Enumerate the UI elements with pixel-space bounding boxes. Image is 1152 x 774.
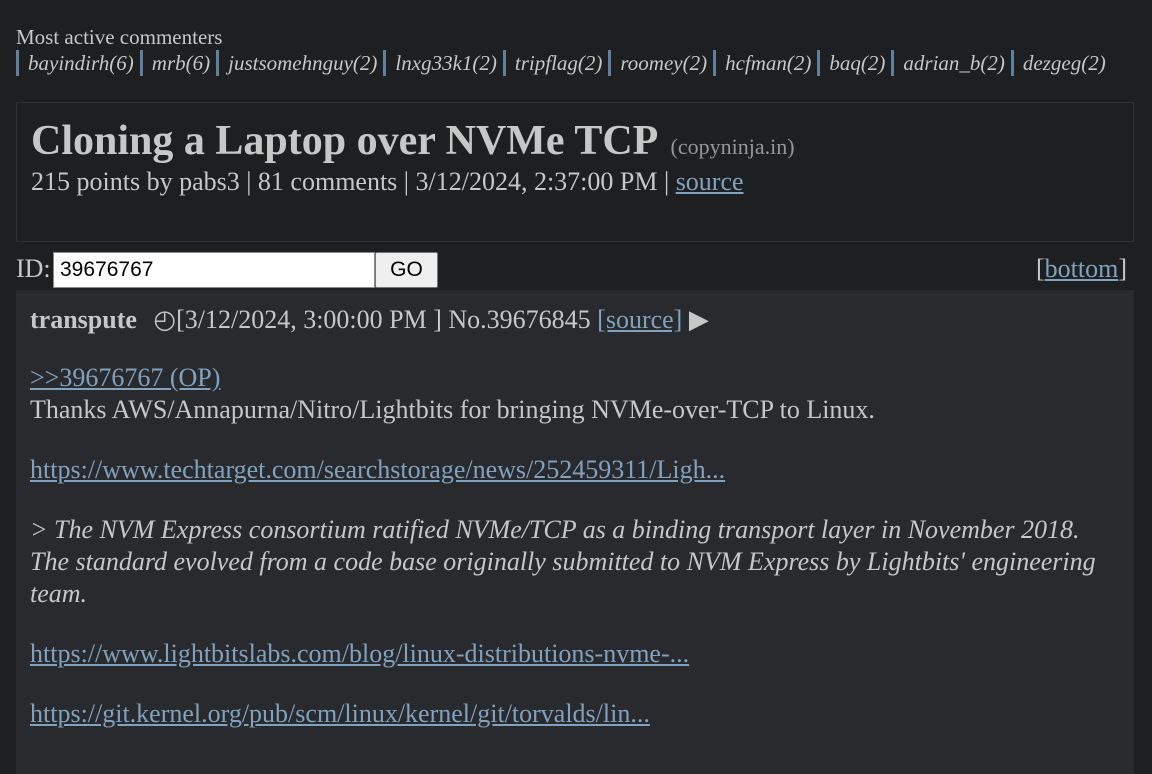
id-input[interactable] [53, 252, 375, 288]
kernel-link[interactable]: https://git.kernel.org/pub/scm/linux/ker… [30, 699, 650, 728]
bottom-link[interactable]: bottom [1045, 254, 1119, 283]
commenter-link[interactable]: justsomehnguy(2) [216, 50, 383, 76]
clock-icon: ◴ [153, 305, 177, 334]
comment-timestamp: [3/12/2024, 3:00:00 PM ] [176, 305, 442, 334]
comment-header: transpute ◴[3/12/2024, 3:00:00 PM ] No.3… [30, 304, 1120, 338]
commenter-link[interactable]: baq(2) [817, 50, 891, 76]
comment-text: Thanks AWS/Annapurna/Nitro/Lightbits for… [30, 395, 875, 424]
reply-ref-link[interactable]: >>39676767 (OP) [30, 362, 1120, 394]
bottom-bracket-open: [ [1035, 254, 1045, 283]
story-domain: (copyninja.in) [670, 134, 795, 159]
commenter-link[interactable]: roomey(2) [608, 50, 713, 76]
commenter-link[interactable]: tripflag(2) [502, 50, 609, 76]
comment-paragraph: https://www.lightbitslabs.com/blog/linux… [30, 638, 1120, 670]
comment-body: >>39676767 (OP) Thanks AWS/Annapurna/Nit… [30, 362, 1120, 730]
commenter-link[interactable]: hcfman(2) [713, 50, 817, 76]
comment-paragraph: >>39676767 (OP) Thanks AWS/Annapurna/Nit… [30, 362, 1120, 426]
id-form: ID: GO [bottom] [16, 252, 1127, 288]
comment-author[interactable]: transpute [30, 305, 137, 334]
go-button[interactable]: GO [375, 252, 438, 288]
commenters-title: Most active commenters [16, 25, 223, 49]
comment: transpute ◴[3/12/2024, 3:00:00 PM ] No.3… [16, 290, 1134, 774]
commenter-link[interactable]: lnxg33k1(2) [383, 50, 502, 76]
comment-paragraph: https://www.techtarget.com/searchstorage… [30, 454, 1120, 486]
techtarget-link[interactable]: https://www.techtarget.com/searchstorage… [30, 455, 725, 484]
story-header: Cloning a Laptop over NVMe TCP (copyninj… [16, 102, 1134, 242]
comment-source-link[interactable]: [source] [597, 305, 682, 334]
commenter-link[interactable]: bayindirh(6) [16, 50, 140, 76]
bottom-bracket-close: ] [1118, 254, 1127, 283]
story-title: Cloning a Laptop over NVMe TCP (copyninj… [31, 117, 795, 165]
story-source-link[interactable]: source [676, 167, 744, 196]
story-title-text: Cloning a Laptop over NVMe TCP [31, 118, 656, 164]
comment-quote: > The NVM Express consortium ratified NV… [30, 515, 1096, 608]
commenter-link[interactable]: mrb(6) [139, 50, 216, 76]
bottom-nav: [bottom] [1036, 254, 1127, 284]
commenter-link[interactable]: adrian_b(2) [891, 50, 1011, 76]
story-meta-text: 215 points by pabs3 | 81 comments | 3/12… [31, 167, 676, 196]
comment-paragraph: https://git.kernel.org/pub/scm/linux/ker… [30, 698, 1120, 730]
comment-number: No.39676845 [448, 305, 591, 334]
most-active-commenters: Most active commenters bayindirh(6) mrb(6… [16, 24, 1126, 76]
expand-arrow-icon[interactable]: ▶ [689, 305, 709, 334]
commenter-link[interactable]: dezgeg(2) [1010, 50, 1112, 76]
id-label: ID: [16, 254, 51, 283]
story-meta: 215 points by pabs3 | 81 comments | 3/12… [31, 167, 744, 197]
commenters-list: bayindirh(6) mrb(6) justsomehnguy(2) lnxg33… [16, 50, 1126, 76]
lightbits-link[interactable]: https://www.lightbitslabs.com/blog/linux… [30, 639, 689, 668]
